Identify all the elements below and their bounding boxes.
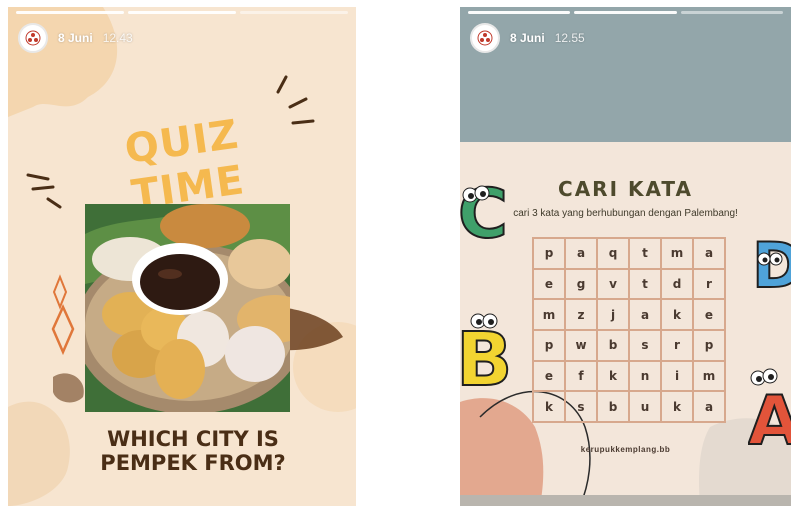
grid-cell: r [693, 268, 725, 300]
grid-cell: m [693, 360, 725, 392]
story-header: 8 Juni 12.55 [470, 23, 585, 53]
grid-cell: a [693, 238, 725, 269]
grid-cell: a [565, 238, 597, 269]
progress-segment [240, 11, 348, 14]
progress-segment [16, 11, 124, 14]
grid-cell: u [629, 391, 661, 422]
grid-cell: i [661, 360, 693, 392]
story-word-search[interactable]: 8 Juni 12.55 CARI KATA cari 3 kata yang … [460, 7, 791, 506]
story-time: 12.43 [102, 31, 133, 45]
logo-icon [25, 30, 41, 46]
question-line: WHICH CITY IS [107, 427, 279, 451]
story-quiz[interactable]: 8 Juni 12.43 QUIZ TIME WHICH CITY IS PEM… [8, 7, 356, 506]
grid-cell: p [693, 329, 725, 361]
pempek-photo [85, 204, 290, 412]
story-date: 8 Juni [58, 31, 93, 45]
grid-cell: m [533, 299, 565, 330]
progress-segment [128, 11, 236, 14]
bottom-band [460, 495, 791, 506]
grid-cell: e [693, 299, 725, 330]
letter-c-mascot: C [460, 175, 509, 250]
story-time: 12.55 [554, 31, 585, 45]
grid-cell: s [565, 391, 597, 422]
grid-cell: g [565, 268, 597, 300]
question-line: PEMPEK FROM? [100, 451, 286, 475]
grid-cell: a [629, 299, 661, 330]
grid-cell: n [629, 360, 661, 392]
mascot-letter: A [748, 382, 791, 452]
letter-a-mascot: A [748, 368, 791, 452]
grid-cell: t [629, 268, 661, 300]
grid-cell: m [661, 238, 693, 269]
grid-cell: e [533, 360, 565, 392]
mascot-letter: D [752, 229, 791, 300]
grid-cell: z [565, 299, 597, 330]
grid-cell: s [629, 329, 661, 361]
grid-cell: t [629, 238, 661, 269]
logo-icon [477, 30, 493, 46]
grid-cell: k [533, 391, 565, 422]
progress-segment [468, 11, 571, 14]
grid-cell: d [661, 268, 693, 300]
story-header: 8 Juni 12.43 [18, 23, 133, 53]
grid-cell: b [597, 391, 629, 422]
mascot-letter: B [460, 317, 510, 392]
story-progress [468, 11, 783, 14]
letter-d-mascot: D [751, 228, 791, 300]
account-handle: kerupukkemplang.bb [580, 445, 671, 454]
grid-cell: k [661, 299, 693, 330]
grid-cell: v [597, 268, 629, 300]
grid-cell: e [533, 268, 565, 300]
letter-grid: paqtmaegvtdrmzjakepwbsrpefknimksbuka [532, 237, 726, 423]
story-date: 8 Juni [510, 31, 545, 45]
progress-segment [680, 11, 783, 14]
quiz-question: WHICH CITY IS PEMPEK FROM? [68, 427, 318, 475]
grid-cell: r [661, 329, 693, 361]
grid-cell: q [597, 238, 629, 269]
grid-cell: f [565, 360, 597, 392]
grid-cell: w [565, 329, 597, 361]
grid-cell: j [597, 299, 629, 330]
avatar[interactable] [18, 23, 48, 53]
grid-cell: p [533, 329, 565, 361]
progress-segment [574, 11, 677, 14]
food-illustration [85, 204, 290, 412]
letter-b-mascot: B [460, 313, 510, 392]
grid-cell: b [597, 329, 629, 361]
grid-cell: p [533, 238, 565, 269]
grid-cell: a [693, 391, 725, 422]
avatar[interactable] [470, 23, 500, 53]
grid-cell: k [597, 360, 629, 392]
grid-cell: k [661, 391, 693, 422]
story-progress [16, 11, 348, 14]
